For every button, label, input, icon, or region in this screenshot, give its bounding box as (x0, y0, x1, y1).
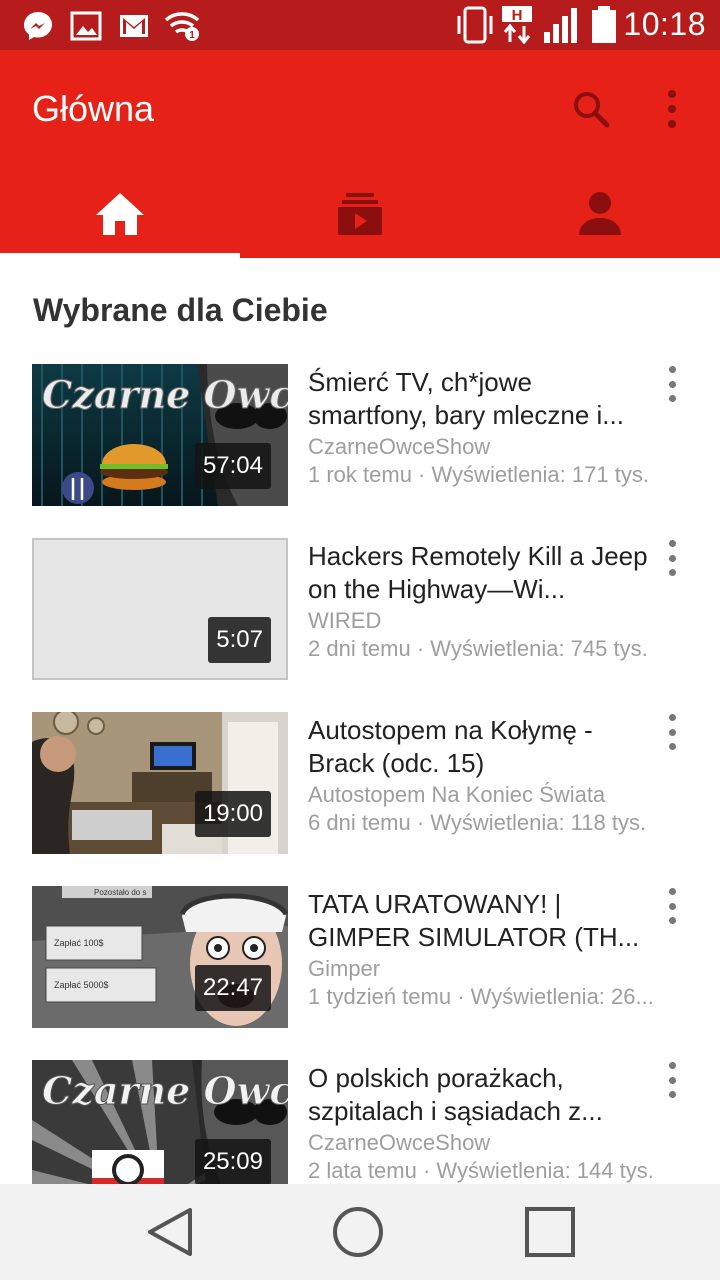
system-navigation-bar (0, 1184, 720, 1280)
video-thumbnail[interactable]: Czarne Owce 25:09 (32, 1060, 288, 1184)
video-meta: 2 dni temu · Wyświetlenia: 745 tys. (308, 636, 648, 661)
more-vert-icon (668, 540, 676, 547)
more-vert-icon (668, 888, 676, 895)
video-title[interactable]: TATA URATOWANY! | GIMPER SIMULATOR (TH..… (308, 888, 653, 954)
video-options-button[interactable] (658, 886, 686, 926)
thumbnail-label: Zapłać 5000$ (54, 980, 109, 990)
more-vert-dot (668, 1091, 676, 1098)
video-title[interactable]: Autostopem na Kołymę - Brack (odc. 15) (308, 714, 653, 780)
video-meta: 1 tydzień temu · Wyświetlenia: 26... (308, 984, 654, 1009)
video-options-button[interactable] (658, 364, 686, 404)
video-item[interactable]: 19:00 Autostopem na Kołymę - Brack (odc.… (0, 712, 720, 862)
recents-button[interactable] (520, 1202, 580, 1262)
video-meta: 6 dni temu · Wyświetlenia: 118 tys. (308, 810, 647, 835)
video-channel: CzarneOwceShow (308, 434, 491, 459)
search-button[interactable] (566, 84, 616, 134)
thumbnail-label: Pozostało do s (94, 888, 146, 897)
more-vert-icon (668, 90, 676, 128)
video-title[interactable]: O polskich porażkach, szpitalach i sąsia… (308, 1062, 653, 1128)
video-item[interactable]: 5:07 Hackers Remotely Kill a Jeep on the… (0, 538, 720, 688)
svg-text:1: 1 (189, 30, 195, 41)
tab-subscriptions[interactable] (240, 170, 480, 258)
wifi-icon: 1 (164, 10, 202, 47)
messenger-icon (22, 10, 54, 47)
vibrate-icon (455, 6, 495, 49)
video-item[interactable]: Pozostało do s Zapłać 100$ Zapłać 5000$ … (0, 886, 720, 1036)
video-channel: CzarneOwceShow (308, 1130, 491, 1155)
video-duration: 25:09 (194, 1139, 271, 1184)
video-thumbnail[interactable]: 19:00 (32, 712, 288, 854)
video-options-button[interactable] (658, 1060, 686, 1100)
circle-home-icon (333, 1207, 383, 1257)
page-title: Główna (32, 88, 155, 129)
video-options-button[interactable] (658, 712, 686, 752)
video-thumbnail[interactable]: Pozostało do s Zapłać 100$ Zapłać 5000$ … (32, 886, 288, 1028)
video-item[interactable]: Czarne Owce 25:09 O polskich porażkach, … (0, 1060, 720, 1184)
tab-home[interactable] (0, 170, 240, 258)
more-vert-dot (668, 902, 676, 910)
more-vert-dot (668, 380, 676, 388)
more-vert-icon (668, 1062, 676, 1069)
recents-icon (525, 1207, 575, 1257)
battery-icon (590, 6, 618, 49)
svg-text:H: H (512, 7, 523, 24)
subscriptions-icon (338, 193, 382, 235)
video-thumbnail[interactable]: 5:07 (32, 538, 288, 680)
home-icon (96, 193, 144, 235)
video-channel: Gimper (308, 956, 381, 981)
video-duration: 19:00 (194, 791, 271, 837)
more-vert-icon (668, 366, 676, 373)
back-icon (148, 1208, 192, 1256)
overflow-menu-button[interactable] (650, 84, 694, 134)
screen: 1 H 10:18 Główna Wybrane dla Ciebie Czar… (0, 0, 720, 1280)
video-thumbnail[interactable]: Czarne Owce 57:04 (32, 364, 288, 506)
video-meta: 1 rok temu · Wyświetlenia: 171 tys. (308, 462, 649, 487)
more-vert-dot (668, 743, 676, 750)
video-channel: Autostopem Na Koniec Świata (308, 782, 606, 807)
home-feed[interactable]: Wybrane dla Ciebie Czarne Owce (0, 258, 720, 1184)
video-title[interactable]: Śmierć TV, ch*jowe smartfony, bary mlecz… (308, 366, 653, 432)
home-button[interactable] (328, 1202, 388, 1262)
network-type-icon: H (500, 6, 534, 49)
status-time: 10:18 (623, 6, 706, 42)
more-vert-dot (668, 728, 676, 736)
video-duration: 22:47 (194, 965, 271, 1011)
more-vert-dot (668, 1076, 676, 1084)
app-bar: Główna (0, 50, 720, 258)
thumbnail-label: Zapłać 100$ (54, 938, 104, 948)
video-duration: 57:04 (194, 443, 271, 489)
thumbnail-logo-text: Czarne Owce (42, 1068, 288, 1113)
back-button[interactable] (140, 1202, 200, 1262)
more-vert-dot (668, 569, 676, 576)
thumbnail-logo-text: Czarne Owce (42, 372, 288, 417)
video-meta: 2 lata temu · Wyświetlenia: 144 tys. (308, 1158, 654, 1183)
video-channel: WIRED (308, 608, 382, 633)
video-duration: 5:07 (208, 617, 271, 663)
more-vert-dot (668, 917, 676, 924)
video-title[interactable]: Hackers Remotely Kill a Jeep on the High… (308, 540, 653, 606)
more-vert-dot (668, 554, 676, 562)
status-bar: 1 H 10:18 (0, 0, 720, 50)
more-vert-icon (668, 714, 676, 721)
tab-account[interactable] (480, 170, 720, 258)
video-item[interactable]: Czarne Owce 57:04 Śmierć TV, ch*jowe sma… (0, 364, 720, 514)
gallery-icon (70, 10, 102, 47)
gmail-icon (118, 10, 150, 47)
video-options-button[interactable] (658, 538, 686, 578)
section-title: Wybrane dla Ciebie (33, 292, 328, 328)
account-icon (579, 192, 621, 235)
signal-icon (542, 6, 582, 49)
more-vert-dot (668, 395, 676, 402)
search-icon (574, 92, 610, 128)
